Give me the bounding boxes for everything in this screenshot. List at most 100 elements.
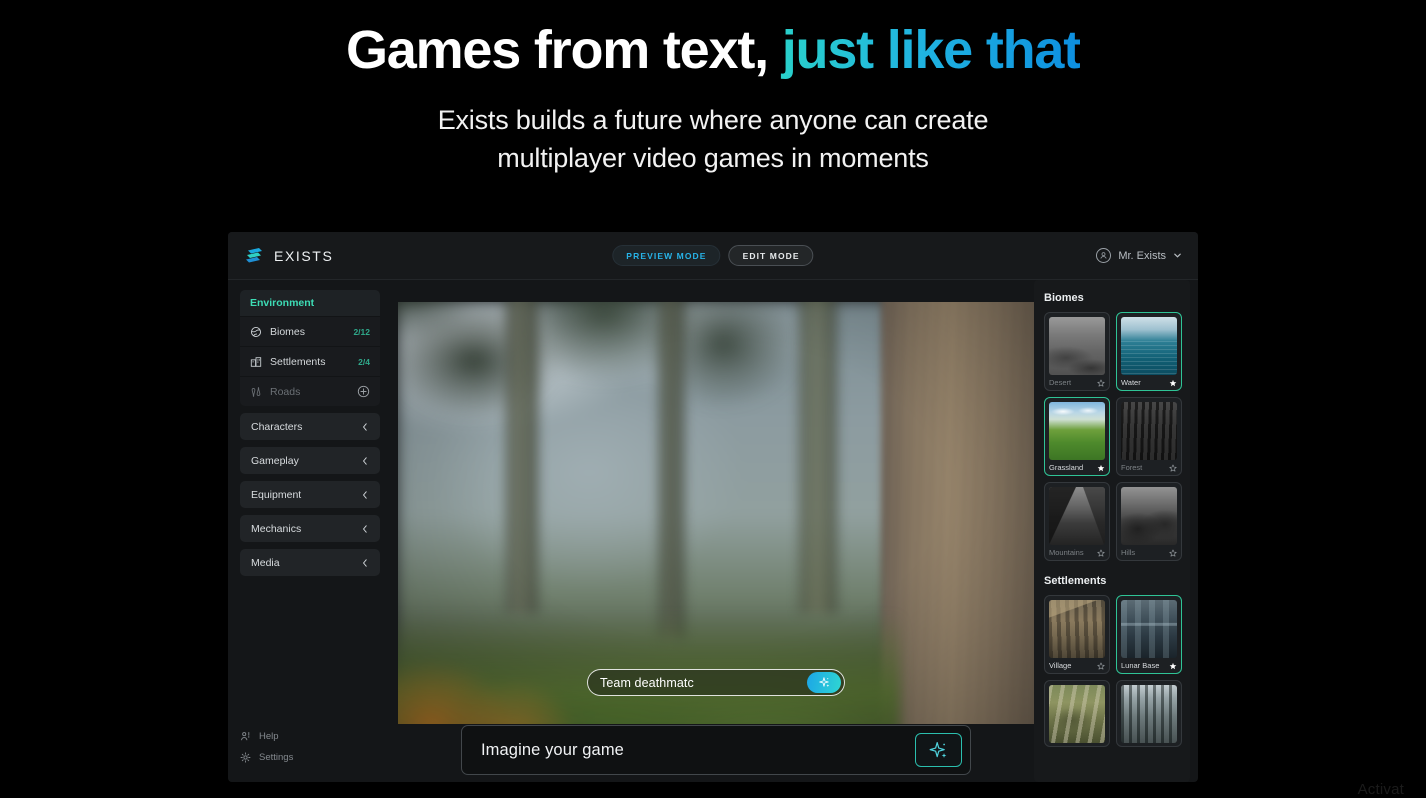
- asset-thumbnail: [1121, 685, 1177, 743]
- asset-card-lunar-base[interactable]: Lunar Base: [1116, 595, 1182, 674]
- chevron-left-icon: [362, 524, 367, 533]
- sidebar-item-biomes[interactable]: Biomes 2/12: [240, 316, 380, 346]
- chevron-left-icon: [362, 490, 367, 499]
- asset-name: Grassland: [1049, 463, 1084, 472]
- sidebar-item-count: 2/4: [358, 356, 370, 367]
- asset-card-water[interactable]: Water: [1116, 312, 1182, 391]
- asset-thumbnail: [1121, 402, 1177, 460]
- asset-caption: Hills: [1121, 548, 1177, 557]
- star-outline-icon[interactable]: [1169, 549, 1177, 557]
- sidebar-item-label: Roads: [270, 385, 301, 398]
- asset-card-partial-1[interactable]: [1044, 680, 1110, 747]
- subtitle-line-1: Exists builds a future where anyone can …: [437, 104, 989, 135]
- asset-name: Forest: [1121, 463, 1143, 472]
- app-topbar: EXISTS PREVIEW MODE EDIT MODE Mr. Exists: [228, 232, 1198, 280]
- star-filled-icon[interactable]: [1097, 464, 1105, 472]
- panel-section-title-biomes: Biomes: [1044, 292, 1084, 304]
- asset-panel[interactable]: Biomes Desert Water Grassland Forest Mou…: [1034, 280, 1190, 782]
- page-subtitle: Exists builds a future where anyone can …: [0, 101, 1426, 178]
- sidebar-item-label: Settlements: [270, 355, 326, 368]
- brand: EXISTS: [244, 246, 333, 266]
- star-outline-icon[interactable]: [1097, 662, 1105, 670]
- biome-thumbnail-grid: Desert Water Grassland Forest Mountains …: [1044, 312, 1182, 561]
- scene-generate-button[interactable]: [807, 672, 841, 693]
- star-outline-icon[interactable]: [1169, 464, 1177, 472]
- headline-white: Games from text,: [345, 20, 769, 80]
- asset-name: Village: [1049, 661, 1072, 670]
- asset-caption: Village: [1049, 661, 1105, 670]
- asset-name: Desert: [1049, 378, 1072, 387]
- star-outline-icon[interactable]: [1097, 379, 1105, 387]
- asset-caption: Grassland: [1049, 463, 1105, 472]
- asset-card-mountains[interactable]: Mountains: [1044, 482, 1110, 561]
- plus-circle-icon[interactable]: [357, 385, 370, 398]
- globe-icon: [250, 326, 262, 337]
- imagine-generate-button[interactable]: [915, 733, 962, 767]
- asset-card-forest[interactable]: Forest: [1116, 397, 1182, 476]
- chevron-down-icon: [1174, 253, 1181, 258]
- activation-watermark: Activat: [1357, 781, 1404, 798]
- sidebar-group-environment: Environment Biomes 2/12 Settlements 2/4 …: [240, 290, 380, 406]
- sidebar-item-label: Mechanics: [251, 522, 302, 535]
- sidebar-item-characters[interactable]: Characters: [240, 413, 380, 440]
- sidebar-item-help[interactable]: Help: [240, 726, 380, 747]
- buildings-icon: [250, 356, 262, 367]
- sidebar-footer-label: Help: [259, 731, 279, 742]
- sidebar-item-mechanics[interactable]: Mechanics: [240, 515, 380, 542]
- imagine-prompt-input[interactable]: Imagine your game: [481, 741, 915, 760]
- sidebar: Environment Biomes 2/12 Settlements 2/4 …: [228, 280, 392, 782]
- asset-card-desert[interactable]: Desert: [1044, 312, 1110, 391]
- user-circle-icon: [1096, 248, 1112, 263]
- preview-mode-button[interactable]: PREVIEW MODE: [612, 245, 721, 266]
- sidebar-item-equipment[interactable]: Equipment: [240, 481, 380, 508]
- scene-preview-image: [398, 302, 1034, 724]
- edit-mode-button[interactable]: EDIT MODE: [728, 245, 814, 266]
- exists-logo-icon: [246, 247, 262, 262]
- asset-thumbnail: [1049, 600, 1105, 658]
- star-outline-icon[interactable]: [1097, 549, 1105, 557]
- imagine-prompt-bar[interactable]: Imagine your game: [461, 725, 971, 775]
- page-title: Games from text, just like that: [0, 22, 1426, 79]
- chevron-left-icon: [362, 558, 367, 567]
- asset-name: Mountains: [1049, 548, 1084, 557]
- sidebar-item-roads[interactable]: Roads: [240, 376, 380, 406]
- scene-prompt-value: Team deathmatc: [600, 675, 694, 690]
- sidebar-item-label: Equipment: [251, 488, 302, 501]
- asset-thumbnail: [1049, 685, 1105, 743]
- asset-card-partial-2[interactable]: [1116, 680, 1182, 747]
- asset-caption: Water: [1121, 378, 1177, 387]
- sidebar-item-gameplay[interactable]: Gameplay: [240, 447, 380, 474]
- asset-card-grassland[interactable]: Grassland: [1044, 397, 1110, 476]
- game-viewport[interactable]: Team deathmatc: [398, 302, 1034, 724]
- account-menu[interactable]: Mr. Exists: [1096, 248, 1182, 263]
- asset-name: Lunar Base: [1121, 661, 1160, 670]
- asset-thumbnail: [1049, 317, 1105, 375]
- star-filled-icon[interactable]: [1169, 379, 1177, 387]
- asset-card-village[interactable]: Village: [1044, 595, 1110, 674]
- asset-thumbnail: [1121, 317, 1177, 375]
- sidebar-item-settings[interactable]: Settings: [240, 747, 380, 768]
- asset-thumbnail: [1049, 402, 1105, 460]
- viewport-column: Team deathmatc Imagine your game: [392, 280, 1034, 782]
- sidebar-item-media[interactable]: Media: [240, 549, 380, 576]
- asset-caption: Forest: [1121, 463, 1177, 472]
- subtitle-line-2: multiplayer video games in moments: [497, 143, 929, 174]
- asset-card-hills[interactable]: Hills: [1116, 482, 1182, 561]
- sidebar-footer-label: Settings: [259, 752, 294, 763]
- sidebar-group-header-environment[interactable]: Environment: [240, 290, 380, 316]
- scene-prompt-input[interactable]: Team deathmatc: [587, 669, 845, 696]
- road-icon: [251, 386, 261, 397]
- star-filled-icon[interactable]: [1169, 662, 1177, 670]
- settlement-thumbnail-grid: Village Lunar Base: [1044, 595, 1182, 747]
- chevron-left-icon: [362, 422, 367, 431]
- asset-caption: Desert: [1049, 378, 1105, 387]
- sidebar-item-count: 2/12: [353, 326, 370, 337]
- gear-icon: [240, 752, 251, 763]
- sidebar-footer: Help Settings: [240, 726, 380, 782]
- asset-thumbnail: [1121, 600, 1177, 658]
- scene-vignette: [398, 302, 1034, 724]
- sidebar-item-settlements[interactable]: Settlements 2/4: [240, 346, 380, 376]
- asset-caption: Mountains: [1049, 548, 1105, 557]
- help-person-icon: [241, 732, 250, 741]
- asset-caption: Lunar Base: [1121, 661, 1177, 670]
